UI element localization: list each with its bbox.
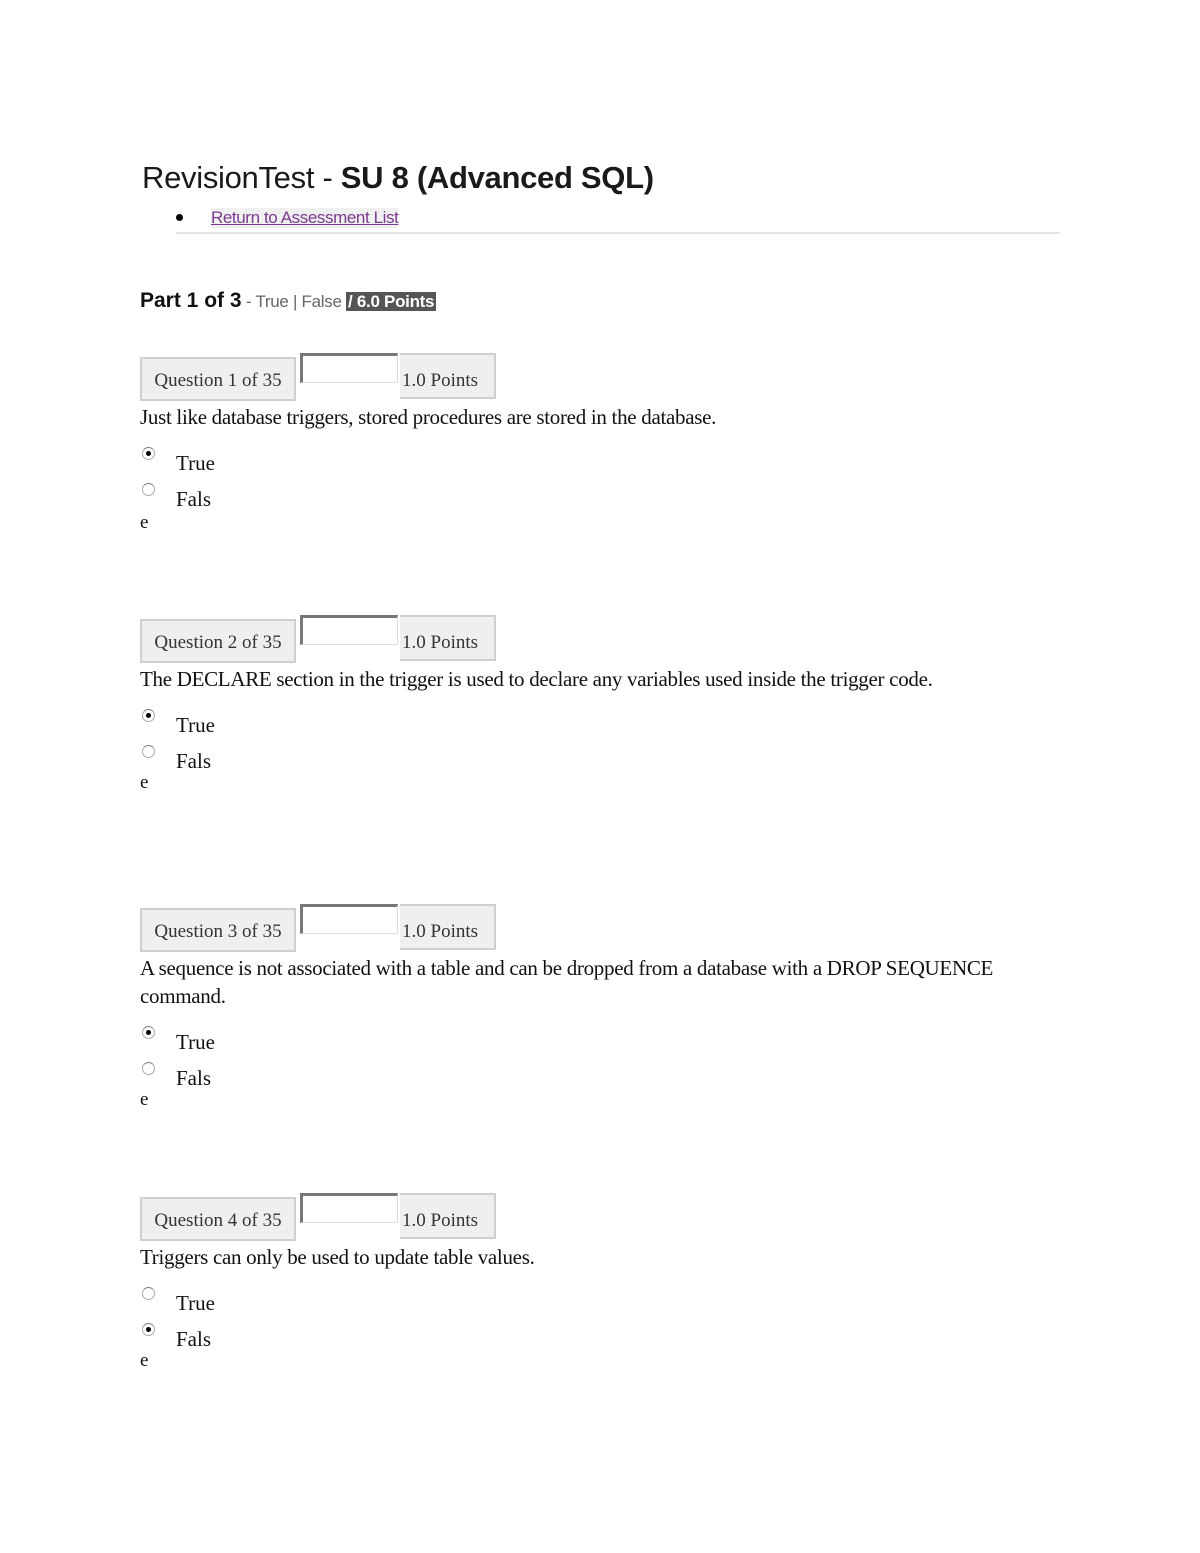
option-label-wrap: e [140,512,149,533]
option-false[interactable]: Fals [140,745,1040,781]
answer-score-input[interactable] [300,353,398,383]
option-label-wrap: e [140,1350,149,1371]
answer-options: True Fals e [140,1026,1040,1110]
question-points: 1.0 Points [400,353,496,399]
question-number: Question 4 of 35 [140,1197,296,1241]
option-true[interactable]: True [140,709,1040,745]
question-2: Question 2 of 35 1.0 Points The DECLARE … [140,615,1040,793]
part-title: Part 1 of 3 [140,289,242,312]
option-label: True [176,713,215,737]
question-3: Question 3 of 35 1.0 Points A sequence i… [140,904,1040,1110]
option-true[interactable]: True [140,447,1040,483]
answer-options: True Fals e [140,447,1040,533]
option-label: Fals [176,487,212,511]
answer-options: True Fals e [140,1287,1040,1371]
option-false[interactable]: Fals [140,483,1040,519]
radio-unselected-icon[interactable] [142,745,155,758]
option-label: Fals [176,1327,212,1351]
question-header: Question 4 of 35 1.0 Points [140,1193,1040,1245]
option-true[interactable]: True [140,1287,1040,1323]
answer-score-input[interactable] [300,615,398,645]
question-header: Question 1 of 35 1.0 Points [140,353,1040,405]
question-4: Question 4 of 35 1.0 Points Triggers can… [140,1193,1040,1371]
option-label: Fals [176,749,212,773]
question-number: Question 2 of 35 [140,619,296,663]
answer-options: True Fals e [140,709,1040,793]
bullet-icon [176,214,183,221]
question-points: 1.0 Points [400,615,496,661]
radio-selected-icon[interactable] [142,447,155,460]
option-label: True [176,1291,215,1315]
option-label-wrap: e [140,1089,149,1110]
question-number: Question 1 of 35 [140,357,296,401]
option-false[interactable]: Fals [140,1062,1040,1098]
question-number: Question 3 of 35 [140,908,296,952]
radio-unselected-icon[interactable] [142,1062,155,1075]
question-points: 1.0 Points [400,1193,496,1239]
option-true[interactable]: True [140,1026,1040,1062]
question-header: Question 3 of 35 1.0 Points [140,904,1040,956]
answer-score-input[interactable] [300,904,398,934]
nav-list: Return to Assessment List [176,206,1060,234]
question-text: A sequence is not associated with a tabl… [140,956,994,1008]
radio-selected-icon[interactable] [142,1323,155,1336]
return-to-assessment-list-link[interactable]: Return to Assessment List [211,208,399,228]
part-header: Part 1 of 3 - True | False / 6.0 Points [140,289,437,313]
radio-unselected-icon[interactable] [142,1287,155,1300]
option-label: Fals [176,1066,212,1090]
question-1: Question 1 of 35 1.0 Points Just like da… [140,353,1040,533]
option-label: True [176,1030,215,1054]
page-title-prefix: RevisionTest - [142,160,341,195]
answer-score-input[interactable] [300,1193,398,1223]
question-points: 1.0 Points [400,904,496,950]
radio-selected-icon[interactable] [142,1026,155,1039]
page-title: RevisionTest - SU 8 (Advanced SQL) [142,160,654,196]
option-false[interactable]: Fals [140,1323,1040,1359]
option-label-wrap: e [140,772,149,793]
option-label: True [176,451,215,475]
question-text: Triggers can only be used to update tabl… [140,1245,535,1269]
radio-selected-icon[interactable] [142,709,155,722]
radio-unselected-icon[interactable] [142,483,155,496]
question-header: Question 2 of 35 1.0 Points [140,615,1040,667]
question-text: Just like database triggers, stored proc… [140,405,717,429]
question-text: The DECLARE section in the trigger is us… [140,667,933,691]
part-points-badge: / 6.0 Points [346,292,437,311]
page-title-main: SU 8 (Advanced SQL) [340,160,654,195]
part-type: - True | False [241,292,347,311]
